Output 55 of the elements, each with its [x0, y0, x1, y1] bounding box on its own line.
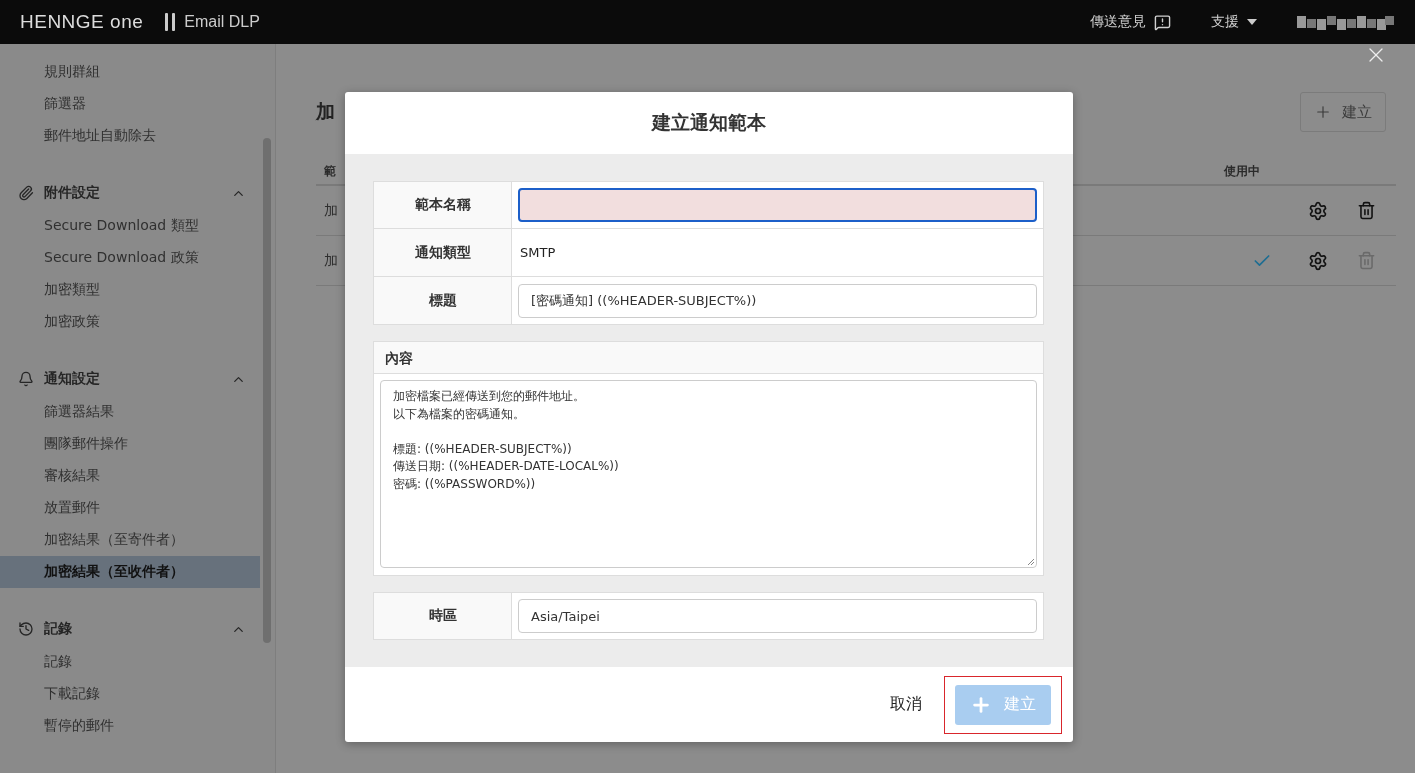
history-icon	[18, 621, 34, 637]
product-name: Email DLP	[184, 13, 260, 31]
content-line: 傳送日期: ((%HEADER-DATE-LOCAL%))	[393, 458, 619, 475]
sidebar-item[interactable]: 篩選器	[0, 88, 260, 120]
content-line: 標題: ((%HEADER-SUBJECT%))	[393, 440, 572, 458]
sidebar-item[interactable]: 團隊郵件操作	[0, 428, 260, 460]
sidebar-item[interactable]: 規則群組	[0, 56, 260, 88]
column-header: 使用中	[1224, 162, 1260, 180]
content-line: 加密檔案已經傳送到您的郵件地址。	[393, 388, 585, 405]
sidebar-item[interactable]: 放置郵件	[0, 492, 260, 524]
field-value: SMTP	[519, 245, 556, 260]
create-button[interactable]: 建立	[1300, 92, 1386, 132]
sidebar-item[interactable]: Secure Download 政策	[0, 242, 260, 274]
content-line: 以下為檔案的密碼通知。	[393, 405, 525, 423]
sidebar-item[interactable]: 暫停的郵件	[0, 710, 260, 742]
table-cell-text: 加	[323, 251, 338, 268]
sidebar-item[interactable]: 下載記錄	[0, 678, 260, 710]
field-label: 範本名稱	[374, 182, 512, 228]
text-field[interactable]	[518, 188, 1037, 222]
section-label: 內容	[374, 342, 1043, 374]
page-title: 加	[316, 99, 335, 124]
plus-icon	[1314, 103, 1332, 121]
text-field[interactable]: Asia/Taipei	[518, 599, 1037, 633]
table-cell-text: 加	[323, 201, 338, 218]
feedback-link[interactable]: 傳送意見	[1090, 13, 1171, 31]
sidebar-item[interactable]: 記錄	[0, 646, 260, 678]
dialog-title: 建立通知範本	[652, 110, 766, 135]
bell-icon	[18, 371, 34, 387]
feedback-icon	[1154, 13, 1171, 31]
resize-grip-icon[interactable]	[1027, 558, 1035, 566]
support-menu[interactable]: 支援	[1211, 13, 1257, 31]
logo: HENNGE one	[20, 11, 144, 33]
divider-bars-icon	[165, 12, 177, 32]
content-line: 密碼: ((%PASSWORD%))	[393, 475, 536, 493]
caret-icon	[1247, 19, 1257, 25]
paperclip-icon	[18, 185, 34, 201]
scrollbar-thumb[interactable]	[263, 138, 271, 643]
content-textarea[interactable]: 加密檔案已經傳送到您的郵件地址。 以下為檔案的密碼通知。 標題: ((%HEADER-SUBJECT%)) 傳送日期: ((%HEADER-DATE-LOCAL%)) 密碼: ((%PASSWORD%))	[380, 380, 1037, 568]
sidebar-item[interactable]: 加密結果（至寄件者）	[0, 524, 260, 556]
sidebar-item[interactable]: 加密結果（至收件者）	[0, 556, 260, 588]
text-field[interactable]: [密碼通知] ((%HEADER-SUBJECT%))	[518, 283, 1037, 318]
field-label: 標題	[374, 277, 512, 324]
field-label: 時區	[374, 593, 512, 639]
sidebar-item[interactable]: 加密類型	[0, 274, 260, 306]
sidebar-item[interactable]: 篩選器結果	[0, 396, 260, 428]
column-header: 範	[323, 163, 336, 178]
sidebar-item[interactable]: 審核結果	[0, 460, 260, 492]
sidebar-section-header[interactable]: 附件設定	[0, 176, 260, 210]
sidebar-section-header[interactable]: 通知設定	[0, 362, 260, 396]
sidebar-item[interactable]: 郵件地址自動除去	[0, 120, 260, 152]
cancel-button[interactable]: 取消	[890, 694, 922, 715]
sidebar-section-header[interactable]: 記錄	[0, 612, 260, 646]
field-label: 通知類型	[374, 229, 512, 276]
sidebar-item[interactable]: 加密政策	[0, 306, 260, 338]
sidebar-item[interactable]: Secure Download 類型	[0, 210, 260, 242]
